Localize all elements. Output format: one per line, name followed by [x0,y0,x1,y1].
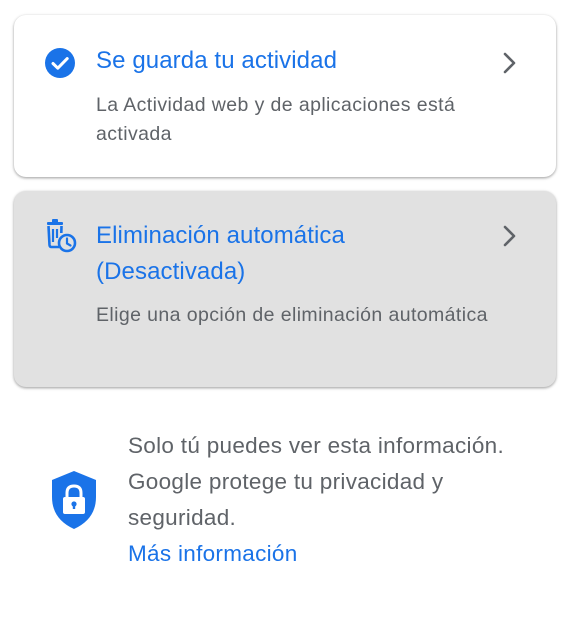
auto-delete-description: Elige una opción de eliminación automáti… [96,304,488,326]
auto-delete-icon [45,219,77,258]
chevron-right-icon [500,51,520,75]
activity-saved-description: La Actividad web y de aplicaciones está … [96,94,456,145]
shield-lock-icon [50,470,98,535]
auto-delete-title: Eliminación automática (Desactivada) [96,222,345,285]
activity-controls-page: Se guarda tu actividad La Actividad web … [0,0,570,620]
activity-saved-card[interactable]: Se guarda tu actividad La Actividad web … [14,15,556,177]
auto-delete-card[interactable]: Eliminación automática (Desactivada) Eli… [14,191,556,387]
chevron-right-icon [500,224,520,248]
learn-more-link[interactable]: Más información [128,536,528,572]
privacy-notice-text: Solo tú puedes ver esta información. Goo… [128,428,528,572]
check-circle-icon [45,48,75,83]
privacy-notice-body: Solo tú puedes ver esta información. Goo… [128,433,505,530]
activity-saved-title: Se guarda tu actividad [96,47,338,74]
